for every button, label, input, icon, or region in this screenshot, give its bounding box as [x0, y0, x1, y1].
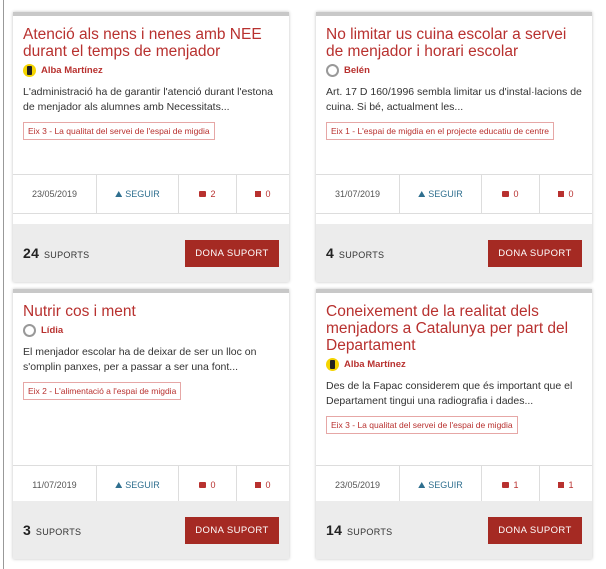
- date: 31/07/2019: [316, 175, 400, 213]
- support-button[interactable]: DONA SUPORT: [488, 516, 582, 544]
- proposal-card: Coneixement de la realitat dels menjador…: [316, 289, 592, 559]
- proposal-card: Atenció als nens i nenes amb NEE durant …: [13, 12, 289, 282]
- stats-bar: 11/07/2019 SEGUIR 0 0: [13, 465, 289, 505]
- avatar-icon: [23, 64, 36, 77]
- author: Alba Martínez: [23, 64, 279, 77]
- follow-button[interactable]: SEGUIR: [400, 175, 482, 213]
- flag-icon: [558, 191, 565, 197]
- flag-icon: [255, 482, 262, 488]
- proposal-excerpt: Art. 17 D 160/1996 sembla limitar us d'i…: [326, 86, 582, 113]
- proposal-title[interactable]: Coneixement de la realitat dels menjador…: [326, 303, 582, 354]
- support-footer: 3 SUPORTS DONA SUPORT: [13, 501, 289, 559]
- follow-label: SEGUIR: [428, 189, 463, 199]
- follow-label: SEGUIR: [125, 189, 160, 199]
- votes-count[interactable]: 0: [237, 175, 289, 213]
- comments-value: 0: [210, 480, 216, 490]
- avatar-icon: [23, 324, 36, 337]
- supports-number: 3: [23, 522, 32, 538]
- proposal-excerpt: L'administració ha de garantir l'atenció…: [23, 86, 273, 113]
- supports-number: 14: [326, 522, 343, 538]
- stats-bar: 23/05/2019 SEGUIR 2 0: [13, 174, 289, 214]
- date: 11/07/2019: [13, 466, 97, 504]
- proposal-title[interactable]: No limitar us cuina escolar a servei de …: [326, 26, 582, 60]
- bell-icon: [418, 482, 426, 488]
- support-button[interactable]: DONA SUPORT: [488, 239, 582, 267]
- follow-label: SEGUIR: [125, 480, 160, 490]
- author: Belén: [326, 64, 582, 77]
- author: Alba Martínez: [326, 358, 582, 371]
- stats-bar: 31/07/2019 SEGUIR 0 0: [316, 174, 592, 214]
- category-tag[interactable]: Eix 3 - La qualitat del servei de l'espa…: [23, 122, 215, 140]
- supports-number: 24: [23, 245, 40, 261]
- votes-count[interactable]: 1: [540, 466, 592, 504]
- supports-label: SUPORTS: [347, 527, 393, 537]
- comments-value: 1: [513, 480, 519, 490]
- author: Lídia: [23, 324, 279, 337]
- supports-number: 4: [326, 245, 335, 261]
- flag-icon: [255, 191, 262, 197]
- bell-icon: [115, 482, 123, 488]
- category-tag[interactable]: Eix 3 - La qualitat del servei de l'espa…: [326, 416, 518, 434]
- comments-value: 2: [210, 189, 216, 199]
- support-button[interactable]: DONA SUPORT: [185, 516, 279, 544]
- comments-count[interactable]: 2: [179, 175, 237, 213]
- comment-icon: [502, 191, 510, 197]
- support-footer: 4 SUPORTS DONA SUPORT: [316, 224, 592, 282]
- category-tag[interactable]: Eix 2 - L'alimentació a l'espai de migdi…: [23, 382, 182, 400]
- author-name[interactable]: Lídia: [41, 325, 63, 336]
- category-tag[interactable]: Eix 1 - L'espai de migdia en el projecte…: [326, 122, 555, 140]
- votes-value: 1: [568, 480, 574, 490]
- supports-count: 3 SUPORTS: [23, 522, 81, 538]
- follow-label: SEGUIR: [428, 480, 463, 490]
- supports-label: SUPORTS: [338, 250, 385, 260]
- proposal-excerpt: El menjador escolar ha de deixar de ser …: [23, 346, 257, 373]
- support-footer: 14 SUPORTS DONA SUPORT: [316, 501, 592, 559]
- follow-button[interactable]: SEGUIR: [97, 175, 179, 213]
- supports-count: 4 SUPORTS: [326, 245, 384, 261]
- date: 23/05/2019: [316, 466, 400, 504]
- date: 23/05/2019: [13, 175, 97, 213]
- comment-icon: [502, 482, 510, 488]
- bell-icon: [115, 191, 123, 197]
- support-button[interactable]: DONA SUPORT: [185, 239, 279, 267]
- support-footer: 24 SUPORTS DONA SUPORT: [13, 224, 289, 282]
- proposal-excerpt: Des de la Fapac considerem que és import…: [326, 380, 573, 407]
- supports-count: 14 SUPORTS: [326, 522, 392, 538]
- proposal-title[interactable]: Nutrir cos i ment: [23, 303, 279, 320]
- comments-count[interactable]: 0: [482, 175, 540, 213]
- comments-count[interactable]: 0: [179, 466, 237, 504]
- supports-label: SUPORTS: [44, 250, 90, 260]
- follow-button[interactable]: SEGUIR: [97, 466, 179, 504]
- votes-count[interactable]: 0: [237, 466, 289, 504]
- author-name[interactable]: Alba Martínez: [344, 359, 406, 370]
- comments-value: 0: [513, 189, 519, 199]
- votes-value: 0: [265, 480, 271, 490]
- stats-bar: 23/05/2019 SEGUIR 1 1: [316, 465, 592, 505]
- votes-value: 0: [265, 189, 271, 199]
- avatar-icon: [326, 358, 339, 371]
- comment-icon: [199, 482, 207, 488]
- left-divider: [3, 0, 4, 569]
- bell-icon: [418, 191, 426, 197]
- votes-value: 0: [568, 189, 574, 199]
- follow-button[interactable]: SEGUIR: [400, 466, 482, 504]
- proposal-title[interactable]: Atenció als nens i nenes amb NEE durant …: [23, 26, 279, 60]
- proposal-card: No limitar us cuina escolar a servei de …: [316, 12, 592, 282]
- author-name[interactable]: Belén: [344, 65, 370, 76]
- proposal-card: Nutrir cos i ment Lídia El menjador esco…: [13, 289, 289, 559]
- supports-count: 24 SUPORTS: [23, 245, 89, 261]
- supports-label: SUPORTS: [35, 527, 82, 537]
- votes-count[interactable]: 0: [540, 175, 592, 213]
- avatar-icon: [326, 64, 339, 77]
- comment-icon: [199, 191, 207, 197]
- author-name[interactable]: Alba Martínez: [41, 65, 103, 76]
- comments-count[interactable]: 1: [482, 466, 540, 504]
- flag-icon: [558, 482, 565, 488]
